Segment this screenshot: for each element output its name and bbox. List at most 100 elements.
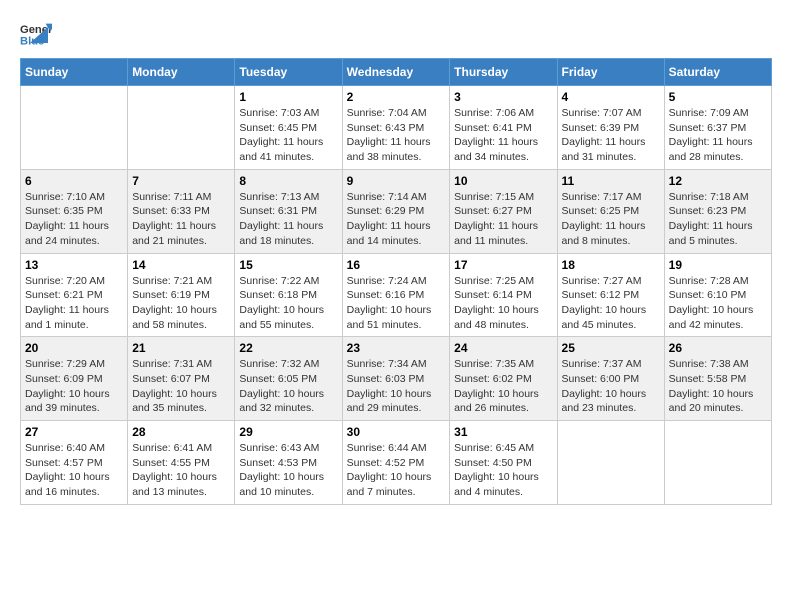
daylight-text: Daylight: 10 hours and 10 minutes. bbox=[239, 470, 337, 499]
sunrise-text: Sunrise: 7:28 AM bbox=[669, 274, 767, 289]
day-number: 27 bbox=[25, 425, 123, 439]
logo-blue-text bbox=[26, 27, 48, 43]
daylight-text: Daylight: 11 hours and 18 minutes. bbox=[239, 219, 337, 248]
calendar-cell: 1 Sunrise: 7:03 AM Sunset: 6:45 PM Dayli… bbox=[235, 86, 342, 170]
weekday-header-row: SundayMondayTuesdayWednesdayThursdayFrid… bbox=[21, 59, 772, 86]
day-number: 28 bbox=[132, 425, 230, 439]
sunset-text: Sunset: 6:21 PM bbox=[25, 288, 123, 303]
calendar-cell: 8 Sunrise: 7:13 AM Sunset: 6:31 PM Dayli… bbox=[235, 169, 342, 253]
calendar-table: SundayMondayTuesdayWednesdayThursdayFrid… bbox=[20, 58, 772, 505]
calendar-cell bbox=[664, 421, 771, 505]
calendar-cell: 25 Sunrise: 7:37 AM Sunset: 6:00 PM Dayl… bbox=[557, 337, 664, 421]
sunrise-text: Sunrise: 7:24 AM bbox=[347, 274, 446, 289]
sunrise-text: Sunrise: 7:14 AM bbox=[347, 190, 446, 205]
daylight-text: Daylight: 11 hours and 41 minutes. bbox=[239, 135, 337, 164]
daylight-text: Daylight: 11 hours and 1 minute. bbox=[25, 303, 123, 332]
weekday-header-thursday: Thursday bbox=[450, 59, 557, 86]
sunset-text: Sunset: 6:07 PM bbox=[132, 372, 230, 387]
daylight-text: Daylight: 11 hours and 38 minutes. bbox=[347, 135, 446, 164]
sunset-text: Sunset: 6:14 PM bbox=[454, 288, 552, 303]
calendar-cell: 26 Sunrise: 7:38 AM Sunset: 5:58 PM Dayl… bbox=[664, 337, 771, 421]
sunrise-text: Sunrise: 7:29 AM bbox=[25, 357, 123, 372]
daylight-text: Daylight: 11 hours and 31 minutes. bbox=[562, 135, 660, 164]
sunrise-text: Sunrise: 6:43 AM bbox=[239, 441, 337, 456]
day-number: 3 bbox=[454, 90, 552, 104]
weekday-header-wednesday: Wednesday bbox=[342, 59, 450, 86]
day-number: 14 bbox=[132, 258, 230, 272]
daylight-text: Daylight: 11 hours and 14 minutes. bbox=[347, 219, 446, 248]
sunset-text: Sunset: 4:53 PM bbox=[239, 456, 337, 471]
calendar-cell bbox=[557, 421, 664, 505]
sunset-text: Sunset: 4:57 PM bbox=[25, 456, 123, 471]
sunset-text: Sunset: 6:29 PM bbox=[347, 204, 446, 219]
daylight-text: Daylight: 10 hours and 55 minutes. bbox=[239, 303, 337, 332]
sunrise-text: Sunrise: 7:09 AM bbox=[669, 106, 767, 121]
daylight-text: Daylight: 11 hours and 28 minutes. bbox=[669, 135, 767, 164]
sunrise-text: Sunrise: 6:44 AM bbox=[347, 441, 446, 456]
daylight-text: Daylight: 10 hours and 42 minutes. bbox=[669, 303, 767, 332]
day-number: 20 bbox=[25, 341, 123, 355]
sunrise-text: Sunrise: 7:31 AM bbox=[132, 357, 230, 372]
daylight-text: Daylight: 10 hours and 23 minutes. bbox=[562, 387, 660, 416]
sunset-text: Sunset: 6:12 PM bbox=[562, 288, 660, 303]
calendar-week-row: 6 Sunrise: 7:10 AM Sunset: 6:35 PM Dayli… bbox=[21, 169, 772, 253]
logo: General Blue bbox=[20, 20, 48, 48]
calendar-cell: 10 Sunrise: 7:15 AM Sunset: 6:27 PM Dayl… bbox=[450, 169, 557, 253]
day-number: 17 bbox=[454, 258, 552, 272]
logo-triangle-icon bbox=[30, 27, 48, 43]
calendar-cell bbox=[128, 86, 235, 170]
day-number: 5 bbox=[669, 90, 767, 104]
day-number: 30 bbox=[347, 425, 446, 439]
day-number: 25 bbox=[562, 341, 660, 355]
daylight-text: Daylight: 11 hours and 34 minutes. bbox=[454, 135, 552, 164]
sunrise-text: Sunrise: 7:04 AM bbox=[347, 106, 446, 121]
calendar-cell: 19 Sunrise: 7:28 AM Sunset: 6:10 PM Dayl… bbox=[664, 253, 771, 337]
daylight-text: Daylight: 10 hours and 16 minutes. bbox=[25, 470, 123, 499]
daylight-text: Daylight: 11 hours and 11 minutes. bbox=[454, 219, 552, 248]
sunset-text: Sunset: 6:45 PM bbox=[239, 121, 337, 136]
calendar-cell: 17 Sunrise: 7:25 AM Sunset: 6:14 PM Dayl… bbox=[450, 253, 557, 337]
sunset-text: Sunset: 6:18 PM bbox=[239, 288, 337, 303]
sunrise-text: Sunrise: 7:11 AM bbox=[132, 190, 230, 205]
day-number: 11 bbox=[562, 174, 660, 188]
sunset-text: Sunset: 6:33 PM bbox=[132, 204, 230, 219]
sunrise-text: Sunrise: 7:34 AM bbox=[347, 357, 446, 372]
sunrise-text: Sunrise: 7:06 AM bbox=[454, 106, 552, 121]
daylight-text: Daylight: 10 hours and 4 minutes. bbox=[454, 470, 552, 499]
calendar-week-row: 27 Sunrise: 6:40 AM Sunset: 4:57 PM Dayl… bbox=[21, 421, 772, 505]
daylight-text: Daylight: 11 hours and 8 minutes. bbox=[562, 219, 660, 248]
daylight-text: Daylight: 10 hours and 20 minutes. bbox=[669, 387, 767, 416]
calendar-cell: 6 Sunrise: 7:10 AM Sunset: 6:35 PM Dayli… bbox=[21, 169, 128, 253]
weekday-header-friday: Friday bbox=[557, 59, 664, 86]
sunrise-text: Sunrise: 7:35 AM bbox=[454, 357, 552, 372]
sunset-text: Sunset: 6:09 PM bbox=[25, 372, 123, 387]
day-number: 18 bbox=[562, 258, 660, 272]
daylight-text: Daylight: 10 hours and 48 minutes. bbox=[454, 303, 552, 332]
calendar-cell: 30 Sunrise: 6:44 AM Sunset: 4:52 PM Dayl… bbox=[342, 421, 450, 505]
day-number: 7 bbox=[132, 174, 230, 188]
calendar-cell: 23 Sunrise: 7:34 AM Sunset: 6:03 PM Dayl… bbox=[342, 337, 450, 421]
day-number: 12 bbox=[669, 174, 767, 188]
sunset-text: Sunset: 6:10 PM bbox=[669, 288, 767, 303]
sunset-text: Sunset: 6:35 PM bbox=[25, 204, 123, 219]
sunrise-text: Sunrise: 7:21 AM bbox=[132, 274, 230, 289]
day-number: 4 bbox=[562, 90, 660, 104]
sunset-text: Sunset: 4:50 PM bbox=[454, 456, 552, 471]
weekday-header-monday: Monday bbox=[128, 59, 235, 86]
calendar-cell: 2 Sunrise: 7:04 AM Sunset: 6:43 PM Dayli… bbox=[342, 86, 450, 170]
calendar-cell: 13 Sunrise: 7:20 AM Sunset: 6:21 PM Dayl… bbox=[21, 253, 128, 337]
sunset-text: Sunset: 6:16 PM bbox=[347, 288, 446, 303]
sunrise-text: Sunrise: 7:37 AM bbox=[562, 357, 660, 372]
day-number: 1 bbox=[239, 90, 337, 104]
sunset-text: Sunset: 6:05 PM bbox=[239, 372, 337, 387]
calendar-cell bbox=[21, 86, 128, 170]
sunset-text: Sunset: 5:58 PM bbox=[669, 372, 767, 387]
calendar-week-row: 20 Sunrise: 7:29 AM Sunset: 6:09 PM Dayl… bbox=[21, 337, 772, 421]
day-number: 23 bbox=[347, 341, 446, 355]
daylight-text: Daylight: 10 hours and 26 minutes. bbox=[454, 387, 552, 416]
daylight-text: Daylight: 10 hours and 58 minutes. bbox=[132, 303, 230, 332]
day-number: 22 bbox=[239, 341, 337, 355]
sunset-text: Sunset: 6:03 PM bbox=[347, 372, 446, 387]
day-number: 2 bbox=[347, 90, 446, 104]
weekday-header-sunday: Sunday bbox=[21, 59, 128, 86]
